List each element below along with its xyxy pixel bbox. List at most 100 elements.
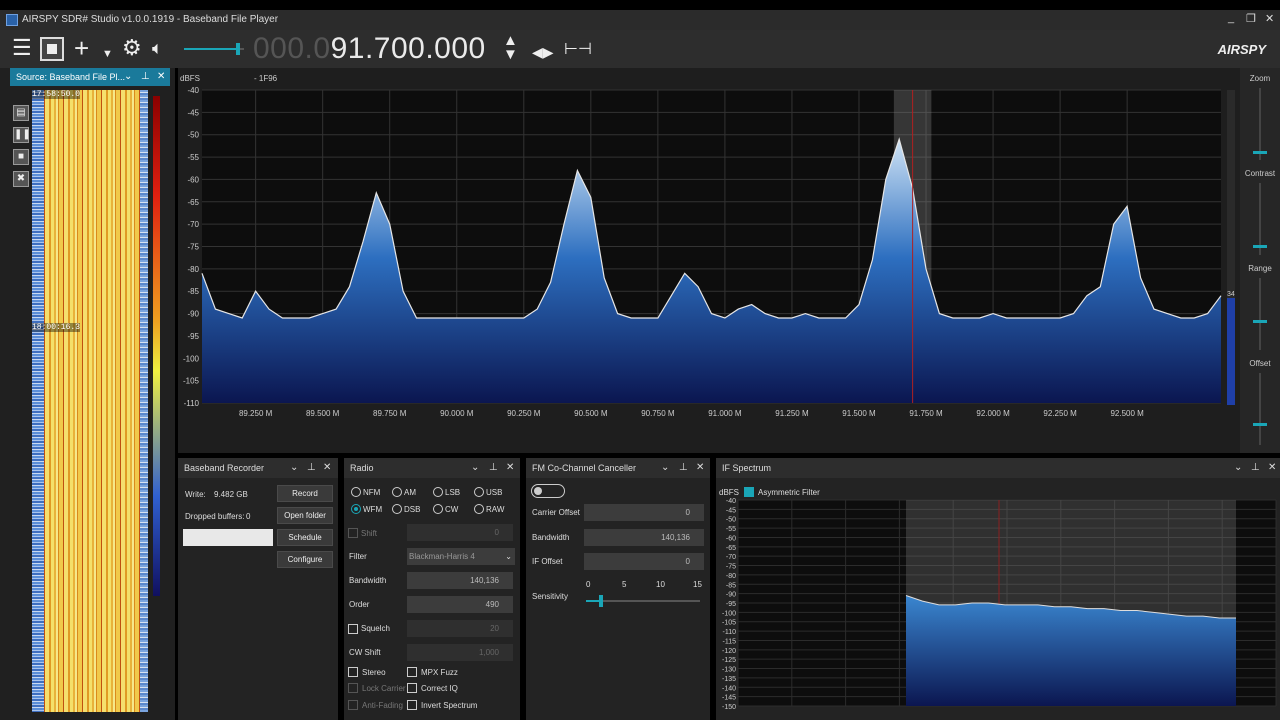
if-y-tick-label: -90 bbox=[726, 592, 736, 599]
offset-slider[interactable] bbox=[1253, 423, 1267, 426]
shift-checkbox[interactable] bbox=[348, 528, 358, 538]
sensitivity-tick-5: 5 bbox=[622, 580, 627, 589]
close-icon[interactable]: ✕ bbox=[157, 68, 165, 86]
minimize-button[interactable]: _ bbox=[1228, 12, 1234, 24]
source-pane-title: Source: Baseband File Pl... bbox=[16, 72, 126, 82]
mode-dsb-radio[interactable] bbox=[392, 504, 402, 514]
pin-icon[interactable]: ⊥ bbox=[307, 458, 316, 478]
close-icon[interactable]: ✕ bbox=[323, 458, 331, 478]
order-field[interactable]: 490 bbox=[407, 596, 513, 613]
radio-title: Radio bbox=[350, 463, 374, 473]
y-tick-label: -105 bbox=[183, 377, 200, 386]
chevron-down-icon[interactable]: ⌄ bbox=[1234, 458, 1242, 478]
volume-slider[interactable] bbox=[184, 43, 244, 55]
spectrum-panel[interactable]: dBFS - 1F96 -40 -45 -50 -55 -60 -65 -70 -75 -80-… bbox=[178, 68, 1240, 453]
range-slider[interactable] bbox=[1253, 320, 1267, 323]
chevron-down-icon[interactable]: ⌄ bbox=[661, 458, 669, 478]
asymmetric-filter-checkbox[interactable] bbox=[744, 487, 754, 497]
pin-icon[interactable]: ⊥ bbox=[489, 458, 498, 478]
canceller-enable-toggle[interactable] bbox=[531, 484, 565, 498]
frequency-display[interactable]: 000.091.700.000 bbox=[253, 32, 486, 66]
if-y-tick-label: -150 bbox=[722, 704, 736, 711]
mode-nfm-label: NFM bbox=[363, 488, 381, 497]
carrier-offset-field[interactable]: 0 bbox=[584, 504, 704, 521]
mode-cw-radio[interactable] bbox=[433, 504, 443, 514]
file-open-icon[interactable]: ▤ bbox=[13, 105, 29, 121]
mode-am-radio[interactable] bbox=[392, 487, 402, 497]
y-tick-label: -60 bbox=[187, 175, 199, 184]
zoom-pane: Zoom Contrast Range Offset bbox=[1240, 68, 1280, 453]
correct-iq-checkbox[interactable] bbox=[407, 683, 417, 693]
baseband-recorder-title: Baseband Recorder bbox=[184, 463, 265, 473]
close-window-button[interactable]: ✕ bbox=[1265, 12, 1274, 25]
sensitivity-slider[interactable] bbox=[586, 594, 700, 608]
if-spectrum-chart[interactable]: -40 -45 -50 -55 -60 -65 -70 -75 -80 -85 -90 -95 -100… bbox=[716, 498, 1280, 720]
pin-icon[interactable]: ⊥ bbox=[141, 68, 150, 86]
zoom-label: Zoom bbox=[1249, 74, 1271, 83]
menu-icon[interactable]: ☰ bbox=[12, 36, 32, 60]
y-tick-label: -70 bbox=[187, 220, 199, 229]
record-button[interactable]: Record bbox=[277, 485, 333, 502]
invert-spectrum-checkbox[interactable] bbox=[407, 700, 417, 710]
shift-field[interactable]: 0 bbox=[407, 524, 513, 541]
mode-wfm-radio[interactable] bbox=[351, 504, 361, 514]
tune-step-icon[interactable]: ▲ ▼ bbox=[503, 33, 518, 62]
if-offset-field[interactable]: 0 bbox=[584, 553, 704, 570]
waterfall-timestamp-top: 17:58:50.0 bbox=[32, 90, 81, 99]
fm-bandwidth-label: Bandwidth bbox=[532, 533, 570, 542]
contrast-slider[interactable] bbox=[1253, 245, 1267, 248]
chevron-down-icon: ⌄ bbox=[505, 552, 512, 561]
center-frequency-icon[interactable]: ⊢⊣ bbox=[564, 38, 592, 62]
squelch-checkbox[interactable] bbox=[348, 624, 358, 634]
waterfall-display[interactable] bbox=[32, 90, 148, 712]
cw-shift-field[interactable]: 1,000 bbox=[407, 644, 513, 661]
chevron-down-icon[interactable]: ▼ bbox=[102, 42, 113, 66]
pin-icon[interactable]: ⊥ bbox=[1251, 458, 1260, 478]
chevron-down-icon[interactable]: ⌄ bbox=[290, 458, 298, 478]
if-y-tick-label: -125 bbox=[722, 657, 736, 664]
level-readout: 34 bbox=[1227, 291, 1235, 298]
close-icon[interactable]: ✕ bbox=[696, 458, 704, 478]
mode-lsb-radio[interactable] bbox=[433, 487, 443, 497]
mode-nfm-radio[interactable] bbox=[351, 487, 361, 497]
mpx-fuzz-checkbox[interactable] bbox=[407, 667, 417, 677]
spectrum-chart[interactable]: -40 -45 -50 -55 -60 -65 -70 -75 -80 -85 -90 -95 -100… bbox=[178, 68, 1240, 453]
configure-button[interactable]: Configure bbox=[277, 551, 333, 568]
open-folder-button[interactable]: Open folder bbox=[277, 507, 333, 524]
baseband-recorder-header: Baseband Recorder ⌄ ⊥ ✕ bbox=[178, 458, 338, 478]
if-y-tick-label: -100 bbox=[722, 610, 736, 617]
speaker-icon[interactable]: 🔈︎ bbox=[152, 36, 163, 60]
pause-icon[interactable]: ❚❚ bbox=[13, 127, 31, 143]
zoom-slider[interactable] bbox=[1253, 151, 1267, 154]
record-progress-bar bbox=[183, 529, 273, 546]
stereo-checkbox[interactable] bbox=[348, 667, 358, 677]
pin-icon[interactable]: ⊥ bbox=[679, 458, 688, 478]
squelch-field[interactable]: 20 bbox=[407, 620, 513, 637]
dropped-buffers-label: Dropped buffers: bbox=[185, 512, 245, 521]
mode-usb-radio[interactable] bbox=[474, 487, 484, 497]
x-tick-label: 91.250 M bbox=[775, 409, 809, 418]
close-icon[interactable]: ✕ bbox=[1268, 458, 1276, 478]
if-y-tick-label: -60 bbox=[726, 535, 736, 542]
filter-select[interactable]: Blackman-Harris 4 ⌄ bbox=[407, 548, 515, 565]
chevron-down-icon[interactable]: ⌄ bbox=[471, 458, 479, 478]
chevron-down-icon[interactable]: ⌄ bbox=[124, 68, 132, 86]
close-icon[interactable]: ✕ bbox=[506, 458, 514, 478]
stop-button[interactable] bbox=[40, 37, 64, 61]
stop-icon[interactable]: ■ bbox=[13, 149, 29, 165]
schedule-button[interactable]: Schedule bbox=[277, 529, 333, 546]
main-toolbar: ☰ + ▼ ⚙ 🔈︎ 000.091.700.000 ▲ ▼ ◀▶ ⊢⊣ AIRS… bbox=[0, 30, 1280, 68]
write-value: 9.482 GB bbox=[214, 490, 248, 499]
anti-fading-checkbox[interactable] bbox=[348, 700, 358, 710]
mode-raw-radio[interactable] bbox=[474, 504, 484, 514]
asymmetric-filter-label: Asymmetric Filter bbox=[758, 488, 820, 497]
bandwidth-field[interactable]: 140,136 bbox=[407, 572, 513, 589]
tools-icon[interactable]: ✖ bbox=[13, 171, 29, 187]
restore-button[interactable]: ❐ bbox=[1246, 12, 1256, 25]
frequency-shift-icon[interactable]: ◀▶ bbox=[532, 40, 554, 64]
gear-icon[interactable]: ⚙ bbox=[122, 36, 142, 60]
fm-bandwidth-field[interactable]: 140,136 bbox=[584, 529, 704, 546]
if-spectrum-header: IF Spectrum ⌄ ⊥ ✕ bbox=[716, 458, 1280, 478]
add-icon[interactable]: + bbox=[74, 35, 89, 61]
lock-carrier-checkbox[interactable] bbox=[348, 683, 358, 693]
